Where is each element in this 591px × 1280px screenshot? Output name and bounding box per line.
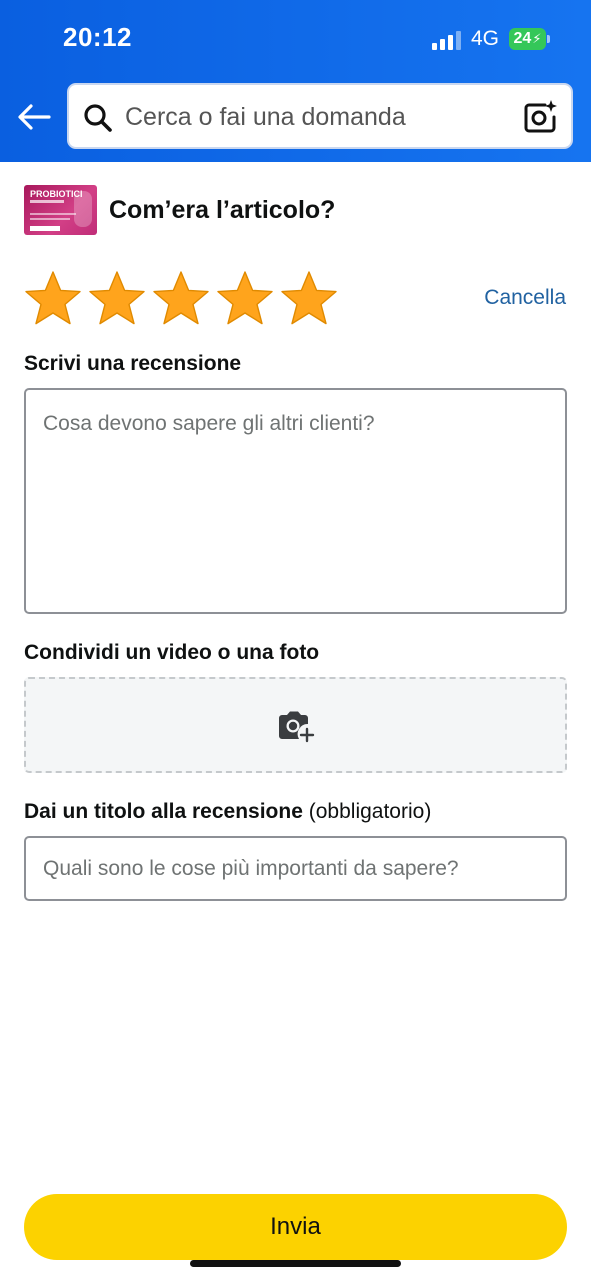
arrow-left-icon xyxy=(18,104,51,130)
search-bar[interactable] xyxy=(67,83,573,149)
review-heading: Com’era l’articolo? xyxy=(109,196,336,224)
title-label: Dai un titolo alla recensione (obbligato… xyxy=(24,800,431,824)
camera-plus-icon xyxy=(279,711,315,743)
camera-sparkle-icon[interactable] xyxy=(523,99,559,135)
write-review-label: Scrivi una recensione xyxy=(24,352,242,375)
review-textarea[interactable] xyxy=(24,388,567,614)
star-icon[interactable] xyxy=(280,270,338,328)
search-input[interactable] xyxy=(125,99,505,135)
battery-tip xyxy=(547,35,550,43)
network-type: 4G xyxy=(471,27,500,50)
status-time: 20:12 xyxy=(63,22,132,52)
media-label: Condividi un video o una foto xyxy=(24,641,320,664)
product-thumbnail: PROBIOTICI xyxy=(24,185,97,235)
star-icon[interactable] xyxy=(216,270,274,328)
star-icon[interactable] xyxy=(88,270,146,328)
title-label-text: Dai un titolo alla recensione xyxy=(24,800,303,823)
star-rating xyxy=(24,270,344,328)
review-title-input[interactable] xyxy=(24,836,567,901)
back-button[interactable] xyxy=(14,100,54,134)
signal-icon xyxy=(432,30,462,50)
media-upload-area[interactable] xyxy=(24,677,567,773)
battery-icon: 24 ⚡ xyxy=(509,28,546,50)
title-required-note: (obbligatorio) xyxy=(308,800,432,823)
cancel-rating-link[interactable]: Cancella xyxy=(484,286,566,310)
top-bar: 20:12 4G 24 ⚡ xyxy=(0,0,591,162)
battery-level: 24 xyxy=(513,30,532,47)
star-icon[interactable] xyxy=(152,270,210,328)
submit-button[interactable]: Invia xyxy=(24,1194,567,1260)
star-icon[interactable] xyxy=(24,270,82,328)
search-icon xyxy=(84,104,112,132)
home-indicator xyxy=(190,1260,401,1267)
